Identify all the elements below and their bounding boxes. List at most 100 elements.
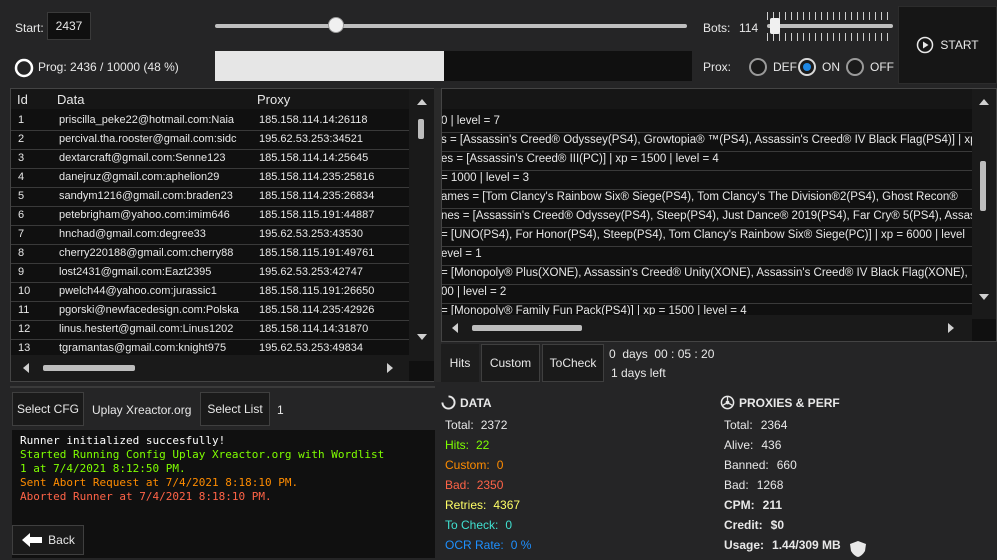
cell-id: 12 — [18, 323, 31, 335]
tab-tocheck[interactable]: ToCheck — [542, 344, 604, 382]
stat-label: Bad: — [724, 478, 749, 492]
prox-radio-off[interactable] — [846, 58, 864, 76]
table-row[interactable]: 1 priscilla_peke22@hotmail.com:Naia 185.15… — [11, 111, 406, 130]
captures-hscroll-thumb[interactable] — [472, 325, 582, 331]
bots-slider-thumb[interactable] — [770, 18, 780, 34]
table-row[interactable]: 12 linus.hestert@gmail.com:Linus1202 185.1… — [11, 320, 406, 339]
stat-value: 211 — [762, 498, 783, 512]
select-list-label: Select List — [207, 402, 263, 416]
cell-proxy: 185.158.114.235:42926 — [259, 304, 375, 316]
cell-data: pwelch44@yahoo.com:jurassic1 — [59, 285, 217, 297]
captures-scroll-up-icon[interactable] — [979, 99, 989, 105]
cell-data: tgramantas@gmail.com:knight975 — [59, 342, 227, 354]
progress-label: Prog: 2436 / 10000 (48 %) — [38, 60, 179, 74]
proxy-stat-usage: Usage: 1.44/309 MB — [724, 538, 841, 552]
wordlist-hscrollbar[interactable] — [11, 355, 409, 381]
cell-proxy: 185.158.114.14:26118 — [259, 114, 368, 126]
row-separator — [442, 208, 972, 209]
data-stat-total: Total: 2372 — [445, 418, 507, 432]
select-list-button[interactable]: Select List — [200, 392, 270, 426]
captures-vscrollbar[interactable] — [972, 89, 996, 319]
row-separator — [442, 246, 972, 247]
table-row[interactable]: 4 danejruz@gmail.com:aphelion29 185.158.11… — [11, 168, 406, 187]
start-value: 2437 — [55, 19, 83, 33]
cell-proxy: 185.158.114.14:31870 — [259, 323, 369, 335]
log-line: Runner initialized succesfully! — [20, 434, 226, 447]
start-slider-thumb[interactable] — [328, 17, 344, 33]
wordlist-vscrollbar[interactable] — [409, 89, 434, 361]
start-button[interactable]: START — [898, 6, 997, 84]
captures-vscroll-thumb[interactable] — [980, 161, 986, 211]
select-cfg-button[interactable]: Select CFG — [12, 392, 84, 426]
table-row[interactable]: 2 percival.tha.rooster@gmail.com:sidc 195.… — [11, 130, 406, 149]
data-stat-bad: Bad: 2350 — [445, 478, 503, 492]
progress-bar — [215, 51, 692, 81]
stat-value: 2372 — [480, 418, 508, 432]
proxy-stat-banned: Banned: 660 — [724, 458, 797, 472]
captures-list[interactable]: 0 | level = 7s = [Assassin's Creed® Odys… — [441, 88, 997, 342]
table-row[interactable]: 10 pwelch44@yahoo.com:jurassic1 185.158.11… — [11, 282, 406, 301]
wordlist-header: Id Data Proxy — [11, 89, 434, 109]
table-row[interactable]: 5 sandym1216@gmail.com:braden23 185.158.11… — [11, 187, 406, 206]
bots-slider-ticks-top — [767, 12, 893, 20]
row-separator — [442, 303, 972, 304]
cell-proxy: 185.158.115.191:44887 — [259, 209, 375, 221]
elapsed-time: 0 days 00 : 05 : 20 — [609, 347, 715, 361]
table-row[interactable]: 11 pgorski@newfacedesign.com:Polska 185.15… — [11, 301, 406, 320]
select-cfg-label: Select CFG — [16, 402, 79, 416]
scroll-right-icon[interactable] — [387, 363, 393, 373]
bots-slider[interactable] — [767, 24, 893, 28]
table-row[interactable]: 3 dextarcraft@gmail.com:Senne123 185.158.1… — [11, 149, 406, 168]
data-stat-retries: Retries: 4367 — [445, 498, 520, 512]
wordlist-vscroll-thumb[interactable] — [418, 119, 424, 139]
tab-custom[interactable]: Custom — [481, 344, 540, 382]
tab-hits[interactable]: Hits — [441, 344, 479, 382]
header-id[interactable]: Id — [17, 92, 28, 107]
scroll-left-icon[interactable] — [23, 363, 29, 373]
back-button[interactable]: Back — [12, 525, 84, 555]
captures-header — [442, 89, 996, 109]
cell-id: 6 — [18, 209, 25, 221]
start-input[interactable]: 2437 — [47, 12, 91, 40]
table-row[interactable]: 6 petebrigham@yahoo.com:imim646 185.158.11… — [11, 206, 406, 225]
stat-label: OCR Rate: — [445, 538, 504, 552]
cell-data: priscilla_peke22@hotmail.com:Naia — [59, 114, 235, 126]
cell-data: lost2431@gmail.com:Eazt2395 — [59, 266, 212, 278]
prox-radio-on[interactable] — [798, 58, 816, 76]
captures-scroll-down-icon[interactable] — [979, 294, 989, 300]
data-stat-tocheck: To Check: 0 — [445, 518, 512, 532]
stat-label: Total: — [724, 418, 753, 432]
wordlist-grid[interactable]: Id Data Proxy 1 priscilla_peke22@hotmail.… — [10, 88, 435, 382]
stat-value: 0 — [496, 458, 504, 472]
cell-id: 4 — [18, 171, 25, 183]
bots-slider-ticks-bottom — [767, 33, 893, 41]
start-slider[interactable] — [215, 24, 687, 28]
scroll-down-icon[interactable] — [417, 334, 427, 340]
table-row[interactable]: 7 hnchad@gmail.com:degree33 195.62.53.253:… — [11, 225, 406, 244]
captures-scroll-left-icon[interactable] — [452, 323, 458, 333]
cell-data: dextarcraft@gmail.com:Senne123 — [59, 152, 226, 164]
log-line: 1 at 7/4/2021 8:12:50 PM. — [20, 462, 186, 475]
captures-scroll-right-icon[interactable] — [948, 323, 954, 333]
cell-data: linus.hestert@gmail.com:Linus1202 — [59, 323, 234, 335]
table-row[interactable]: 8 cherry220188@gmail.com:cherry88 185.158.… — [11, 244, 406, 263]
proxy-stat-total: Total: 2364 — [724, 418, 787, 432]
start-button-label: START — [940, 38, 979, 52]
row-separator — [442, 151, 972, 152]
wordlist-hscroll-thumb[interactable] — [43, 365, 135, 371]
scroll-up-icon[interactable] — [417, 99, 427, 105]
stat-value: 2350 — [476, 478, 504, 492]
tab-hits-label: Hits — [449, 356, 471, 370]
data-stat-hits: Hits: 22 — [445, 438, 489, 452]
header-data[interactable]: Data — [57, 92, 84, 107]
start-label: Start: — [15, 21, 44, 35]
proxies-title: PROXIES & PERF — [739, 396, 840, 410]
header-proxy[interactable]: Proxy — [257, 92, 290, 107]
captures-hscrollbar[interactable] — [442, 315, 972, 341]
log-line: Sent Abort Request at 7/4/2021 8:18:10 P… — [20, 476, 299, 489]
stat-value: 660 — [776, 458, 797, 472]
table-row[interactable]: 9 lost2431@gmail.com:Eazt2395 195.62.53.25… — [11, 263, 406, 282]
stat-label: Alive: — [724, 438, 754, 452]
prox-radio-def[interactable] — [749, 58, 767, 76]
data-spinner-icon — [441, 395, 456, 410]
